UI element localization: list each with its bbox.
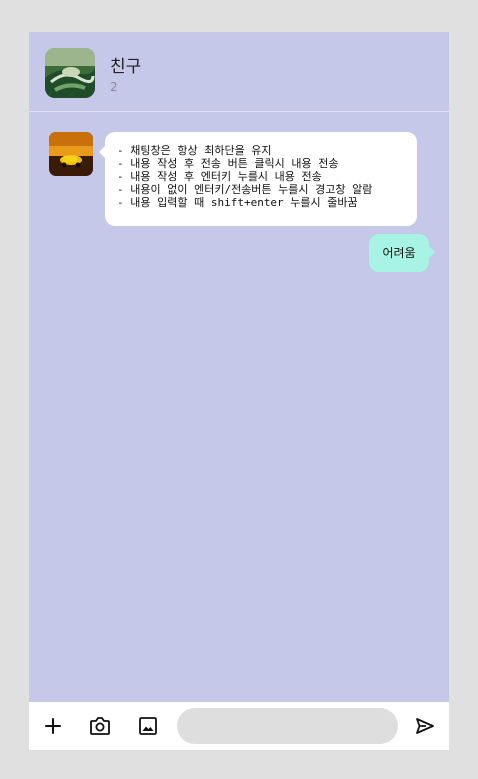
camera-icon[interactable] — [88, 714, 112, 738]
room-avatar[interactable] — [45, 48, 95, 98]
message-line: - 채팅창은 항상 최하단을 유지 — [117, 144, 272, 157]
room-name: 친구 — [110, 57, 142, 77]
plus-icon[interactable] — [41, 714, 65, 738]
message-input[interactable] — [177, 708, 398, 744]
message-line: - 내용 입력할 때 shift+enter 누를시 줄바꿈 — [117, 196, 358, 209]
sent-message-bubble: 어려움 — [369, 234, 435, 272]
member-count: 2 — [110, 80, 118, 94]
received-message-bubble: - 채팅창은 항상 최하단을 유지 - 내용 작성 후 전송 버튼 클릭시 내용… — [99, 132, 417, 226]
send-icon[interactable] — [413, 714, 437, 738]
chat-window: 친구 2 - 채팅창은 항상 최하단을 유지 - 내용 작성 후 전송 버튼 클… — [29, 32, 449, 750]
message-line: - 내용 작성 후 엔터키 누를시 내용 전송 — [117, 170, 322, 183]
input-bar — [29, 702, 449, 750]
sender-avatar[interactable] — [49, 132, 93, 176]
chat-header: 친구 2 — [29, 32, 449, 112]
image-icon[interactable] — [136, 714, 160, 738]
message-line: - 내용 작성 후 전송 버튼 클릭시 내용 전송 — [117, 157, 339, 170]
message-line: - 내용이 없이 엔터키/전송버튼 누를시 경고창 알람 — [117, 183, 373, 196]
